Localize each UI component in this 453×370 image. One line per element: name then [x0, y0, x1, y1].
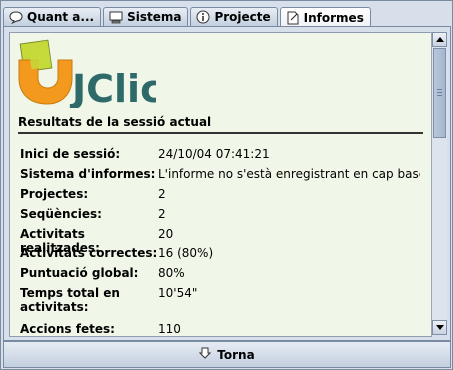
report-heading: Resultats de la sessió actual	[18, 115, 212, 129]
row-key: Temps total en activitats:	[20, 286, 120, 314]
row-value: 16 (80%)	[158, 246, 214, 260]
arrow-down-icon	[435, 325, 444, 330]
vertical-scrollbar[interactable]	[431, 32, 447, 335]
scroll-thumb[interactable]	[433, 48, 446, 138]
jclic-logo: JClic	[16, 38, 163, 111]
tab-about[interactable]: Quant a...	[3, 7, 102, 26]
row-value: 110	[158, 322, 181, 336]
report-row-sequences: Seqüències: 2	[20, 207, 420, 221]
heading-divider	[18, 132, 423, 134]
row-key: Accions fetes:	[20, 322, 115, 336]
tab-project[interactable]: Projecte	[190, 7, 278, 26]
tab-reports-label: Informes	[303, 10, 364, 25]
scroll-up-button[interactable]	[432, 32, 447, 47]
back-button-label: Torna	[217, 347, 255, 362]
report-row-projects: Projectes: 2	[20, 187, 420, 201]
row-key: Seqüències:	[20, 207, 102, 221]
report-row-total-time: Temps total en activitats: 10'54"	[20, 286, 420, 314]
row-value: 2	[158, 207, 166, 221]
row-key: Sistema d'informes:	[20, 167, 156, 181]
row-value: 24/10/04 07:41:21	[158, 147, 270, 161]
report-view: JClic Resultats de la sessió actual Inic…	[9, 32, 432, 337]
document-icon	[286, 11, 300, 25]
scroll-down-button[interactable]	[432, 320, 447, 335]
tab-project-label: Projecte	[214, 10, 271, 24]
back-button[interactable]: Torna	[3, 341, 451, 368]
report-row-session-start: Inici de sessió: 24/10/04 07:41:21	[20, 147, 420, 161]
row-value: L'informe no s'està enregistrant en cap …	[158, 167, 420, 181]
row-value: 2	[158, 187, 166, 201]
reports-panel: JClic Resultats de la sessió actual Inic…	[3, 26, 451, 341]
logo-text: JClic	[69, 67, 156, 108]
back-arrow-icon	[199, 347, 212, 362]
tab-system[interactable]: Sistema	[103, 7, 189, 26]
speech-bubble-icon	[9, 10, 23, 24]
report-row-activities-correct: Activitats correctes: 16 (80%)	[20, 246, 420, 260]
row-key: Puntuació global:	[20, 266, 139, 280]
row-key: Activitats correctes:	[20, 246, 158, 260]
report-row-actions: Accions fetes: 110	[20, 322, 420, 336]
row-value: 10'54"	[158, 286, 198, 300]
row-key: Projectes:	[20, 187, 89, 201]
tab-about-label: Quant a...	[27, 10, 95, 24]
arrow-up-icon	[435, 37, 444, 42]
monitor-icon	[109, 10, 123, 24]
row-key: Inici de sessió:	[20, 147, 121, 161]
tab-reports[interactable]: Informes	[279, 7, 371, 27]
report-row-global-score: Puntuació global: 80%	[20, 266, 420, 280]
tab-bar: Quant a... Sistema Projecte Informes	[3, 7, 371, 27]
row-value: 80%	[158, 266, 185, 280]
info-icon	[196, 10, 210, 24]
app-window: Quant a... Sistema Projecte Informes JCl…	[0, 0, 453, 370]
report-row-report-system: Sistema d'informes: L'informe no s'està …	[20, 167, 420, 181]
tab-system-label: Sistema	[127, 10, 182, 24]
